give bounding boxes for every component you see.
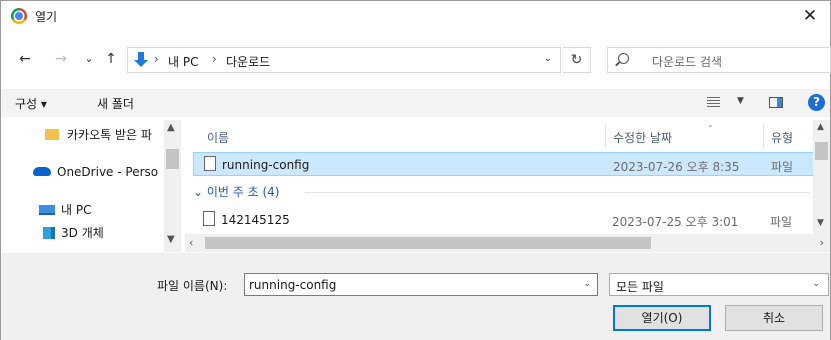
file-icon — [204, 156, 216, 171]
scrollbar-thumb[interactable] — [205, 237, 651, 249]
back-arrow-icon[interactable]: ← — [15, 49, 35, 69]
view-options-icon[interactable] — [707, 97, 720, 108]
chevron-down-icon: ⌄ — [812, 279, 820, 289]
file-list-vertical-scrollbar[interactable]: ▲ ▼ — [813, 120, 830, 234]
column-header-date[interactable]: 수정한 날짜 — [613, 129, 672, 146]
nav-item-label: 내 PC — [61, 203, 92, 217]
scroll-up-icon[interactable]: ▲ — [167, 122, 175, 133]
nav-item-onedrive[interactable]: OneDrive - Perso — [33, 165, 163, 185]
file-date: 2023-07-26 오후 8:35 — [613, 160, 740, 174]
file-icon — [203, 211, 215, 226]
cancel-button[interactable]: 취소 — [725, 305, 823, 331]
search-placeholder: 다운로드 검색 — [652, 55, 723, 69]
scrollbar-thumb[interactable] — [815, 142, 828, 160]
command-bar: 구성 ▾ 새 폴더 ▼ ? — [1, 89, 830, 117]
nav-item-label: 카카오톡 받은 파 — [67, 128, 152, 142]
column-header-type[interactable]: 유형 — [771, 129, 793, 146]
help-icon[interactable]: ? — [808, 94, 825, 111]
dialog-footer: 파일 이름(N): running-config ⌄ 모든 파일 ⌄ 열기(O)… — [1, 253, 830, 340]
breadcrumb-separator: › — [154, 52, 159, 66]
nav-item-label: 3D 개체 — [61, 226, 104, 240]
navigation-bar: ← → ⌄ ↑ › 내 PC › 다운로드 ⌄ ↻ 다운로드 검색 — [1, 41, 831, 77]
scroll-left-icon[interactable]: ‹ — [189, 236, 193, 249]
view-dropdown-icon[interactable]: ▼ — [737, 96, 744, 106]
refresh-button[interactable]: ↻ — [563, 47, 591, 73]
title-bar: 열기 ✕ — [1, 1, 830, 31]
filename-input[interactable]: running-config ⌄ — [244, 273, 598, 296]
forward-arrow-icon[interactable]: → — [51, 49, 71, 69]
chrome-app-icon — [11, 8, 27, 24]
preview-pane-icon[interactable] — [769, 97, 783, 108]
filetype-select[interactable]: 모든 파일 ⌄ — [609, 273, 829, 296]
group-header-this-week[interactable]: ⌄ 이번 주 초 (4) — [193, 183, 280, 200]
file-name: running-config — [222, 158, 310, 172]
recent-locations-chevron-icon[interactable]: ⌄ — [79, 49, 99, 69]
file-date: 2023-07-25 오후 3:01 — [612, 215, 739, 229]
nav-item-3d-objects[interactable]: 3D 개체 — [43, 224, 163, 244]
new-folder-button[interactable]: 새 폴더 — [97, 95, 134, 112]
nav-item-kakaotalk-folder[interactable]: 카카오톡 받은 파 — [45, 126, 163, 146]
sort-indicator-icon: ⌄ — [707, 120, 714, 129]
file-list: ⌄ 이름 수정한 날짜 유형 running-config 2023-07-26… — [185, 120, 830, 252]
downloads-arrow-icon — [134, 51, 148, 69]
column-divider — [763, 124, 764, 148]
breadcrumb-downloads[interactable]: 다운로드 — [226, 53, 270, 70]
filename-history-dropdown-icon[interactable]: ⌄ — [583, 279, 591, 289]
search-icon — [618, 53, 629, 64]
group-label: 이번 주 초 (4) — [206, 185, 280, 199]
file-row-selected[interactable]: running-config 2023-07-26 오후 8:35 파일 — [193, 152, 815, 176]
nav-item-label: OneDrive - Perso — [57, 165, 159, 179]
group-divider — [305, 192, 810, 193]
column-divider — [605, 124, 606, 148]
scroll-down-icon[interactable]: ▼ — [817, 218, 824, 228]
address-dropdown-icon[interactable]: ⌄ — [544, 53, 552, 64]
file-type: 파일 — [770, 215, 793, 229]
up-arrow-icon[interactable]: ↑ — [101, 49, 121, 69]
scrollbar-thumb[interactable] — [166, 149, 179, 169]
nav-item-my-pc[interactable]: 내 PC — [39, 201, 163, 221]
open-file-dialog: 열기 ✕ ← → ⌄ ↑ › 내 PC › 다운로드 ⌄ ↻ 다운로드 검색 구… — [0, 0, 831, 340]
open-button[interactable]: 열기(O) — [613, 305, 711, 331]
chevron-down-icon: ⌄ — [193, 185, 204, 199]
pc-icon — [39, 205, 55, 215]
scroll-down-icon[interactable]: ▼ — [167, 234, 175, 245]
close-button[interactable]: ✕ — [790, 1, 830, 31]
organize-menu-button[interactable]: 구성 ▾ — [15, 95, 47, 112]
filename-label: 파일 이름(N): — [157, 279, 228, 293]
file-list-horizontal-scrollbar[interactable]: ‹ › — [185, 234, 830, 252]
file-type: 파일 — [771, 160, 794, 174]
dialog-title: 열기 — [35, 10, 58, 24]
nav-pane-scrollbar[interactable]: ▲ ▼ — [164, 120, 181, 252]
breadcrumb-separator: › — [212, 52, 217, 66]
address-bar[interactable]: › 내 PC › 다운로드 ⌄ — [127, 47, 561, 73]
filename-value: running-config — [249, 278, 337, 292]
scroll-right-icon[interactable]: › — [820, 236, 824, 249]
navigation-pane: 카카오톡 받은 파 OneDrive - Perso 내 PC 3D 개체 ▲ … — [1, 120, 183, 252]
search-box[interactable]: 다운로드 검색 — [607, 47, 831, 73]
column-header-name[interactable]: 이름 — [207, 129, 229, 146]
breadcrumb-my-pc[interactable]: 내 PC — [168, 53, 198, 70]
file-row[interactable]: 142145125 2023-07-25 오후 3:01 파일 — [193, 208, 815, 232]
scroll-up-icon[interactable]: ▲ — [817, 122, 824, 132]
onedrive-cloud-icon — [33, 167, 51, 176]
filetype-value: 모든 파일 — [616, 280, 664, 294]
3d-objects-icon — [43, 227, 55, 239]
folder-icon — [45, 129, 59, 140]
file-name: 142145125 — [221, 213, 290, 227]
